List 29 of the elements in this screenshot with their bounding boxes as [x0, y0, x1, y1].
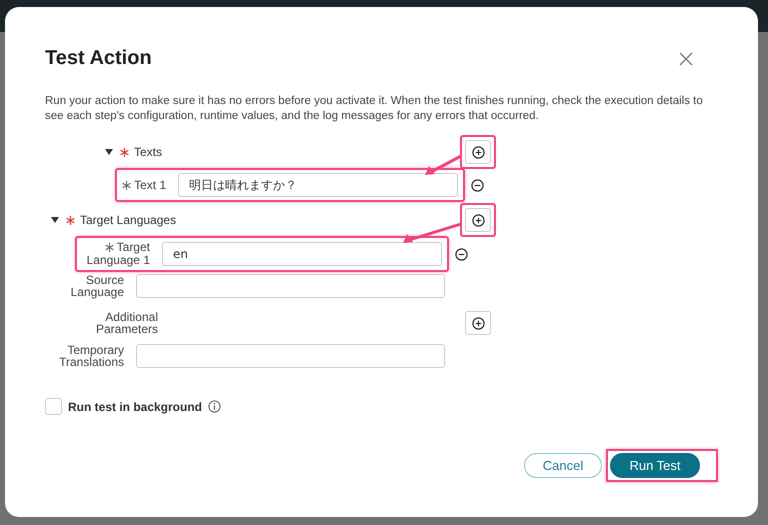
- minus-circle-icon[interactable]: [455, 248, 468, 260]
- dialog-description: Run your action to make sure it has no errors before you activate it. When the test finishes running, check the execution details to see each step's configuration, runtime values, and the log messages for any errors that occurred.: [45, 94, 704, 124]
- group-label: Texts: [134, 145, 162, 159]
- dialog-title: Test Action: [45, 47, 152, 70]
- field-label: Text 1: [134, 178, 166, 192]
- checkbox-label: Run test in background: [68, 400, 202, 414]
- close-icon[interactable]: [679, 52, 693, 66]
- field-label: Temporary Translations: [58, 344, 124, 368]
- minus-circle-icon[interactable]: [471, 178, 484, 192]
- add-button[interactable]: [465, 311, 491, 335]
- text-field[interactable]: 明日は晴れますか？: [178, 173, 458, 197]
- text-field[interactable]: en: [162, 242, 442, 266]
- text-field[interactable]: [136, 274, 445, 298]
- plus-circle-icon: [472, 316, 484, 330]
- checkbox[interactable]: [45, 398, 62, 415]
- group-label: Target Languages: [80, 213, 176, 227]
- add-button[interactable]: [465, 140, 491, 164]
- cancel-button[interactable]: Cancel: [524, 453, 602, 478]
- text-field[interactable]: [136, 344, 445, 368]
- plus-circle-icon: [472, 146, 484, 158]
- add-button[interactable]: [465, 208, 491, 232]
- run-test-button[interactable]: Run Test: [610, 453, 700, 478]
- plus-circle-icon: [472, 214, 484, 226]
- field-label: Additional Parameters: [94, 311, 158, 335]
- field-label: Source Language: [70, 274, 124, 298]
- field-label: Target Language 1: [86, 240, 150, 267]
- caret-icon[interactable]: [51, 217, 59, 223]
- caret-icon[interactable]: [105, 149, 113, 155]
- info-icon[interactable]: [208, 400, 222, 413]
